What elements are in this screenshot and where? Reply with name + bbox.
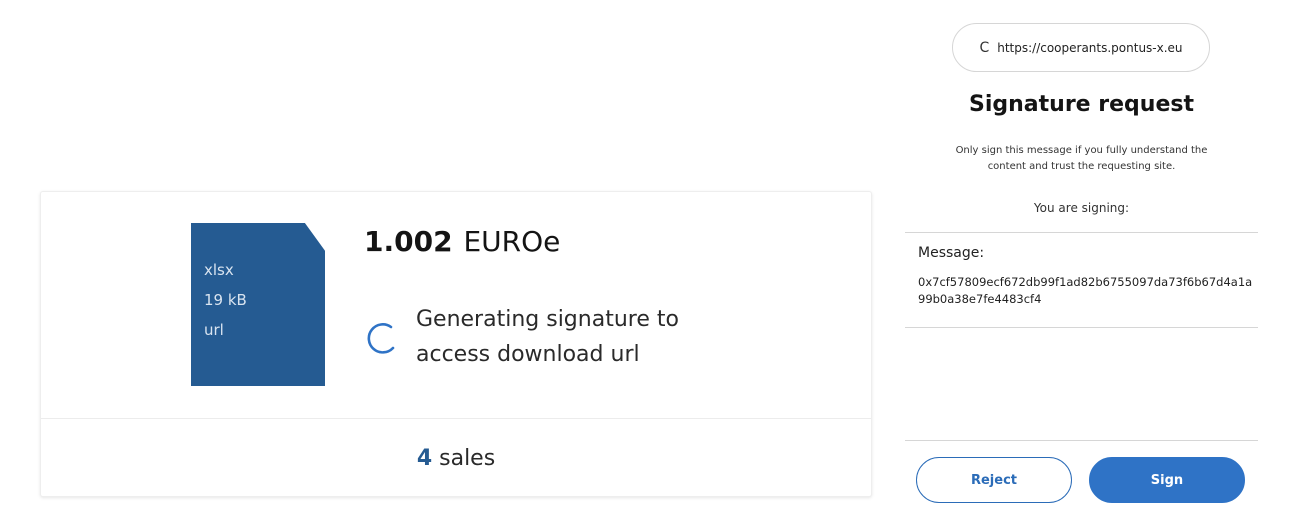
divider (905, 440, 1258, 441)
divider (905, 232, 1258, 233)
message-hash: 0x7cf57809ecf672db99f1ad82b6755097da73f6… (918, 275, 1253, 306)
sign-button[interactable]: Sign (1089, 457, 1245, 503)
download-status-message: Generating signature to access download … (416, 302, 776, 372)
reject-button[interactable]: Reject (916, 457, 1072, 503)
signature-request-title: Signature request (969, 92, 1194, 117)
status-line-1: Generating signature to (416, 307, 679, 332)
file-size: 19 kB (204, 291, 247, 309)
site-origin-pill: C https://cooperants.pontus-x.eu (952, 23, 1210, 72)
file-type: xlsx (204, 261, 234, 279)
signature-warning-text: Only sign this message if you fully unde… (955, 145, 1208, 172)
asset-price: 1.002 EUROe (364, 225, 560, 258)
wallet-signature-panel: C https://cooperants.pontus-x.eu Signatu… (905, 0, 1258, 522)
sales-count: 4 (416, 446, 433, 471)
site-avatar-icon: C (979, 39, 990, 56)
sales-footer: 4 sales (41, 418, 871, 498)
signing-label: You are signing: (1033, 201, 1130, 215)
loading-spinner-icon (367, 323, 395, 354)
message-label: Message: (918, 245, 985, 261)
price-amount: 1.002 (364, 225, 453, 258)
sales-label: sales (439, 446, 496, 471)
asset-card-body: xlsx 19 kB url 1.002 EUROe Generating si… (41, 192, 871, 418)
file-access: url (204, 321, 224, 339)
price-currency: EUROe (463, 225, 561, 258)
asset-card: xlsx 19 kB url 1.002 EUROe Generating si… (40, 191, 872, 497)
status-line-2: access download url (416, 342, 640, 367)
site-origin-url: https://cooperants.pontus-x.eu (997, 40, 1183, 55)
divider (905, 327, 1258, 328)
file-icon: xlsx 19 kB url (191, 223, 325, 386)
